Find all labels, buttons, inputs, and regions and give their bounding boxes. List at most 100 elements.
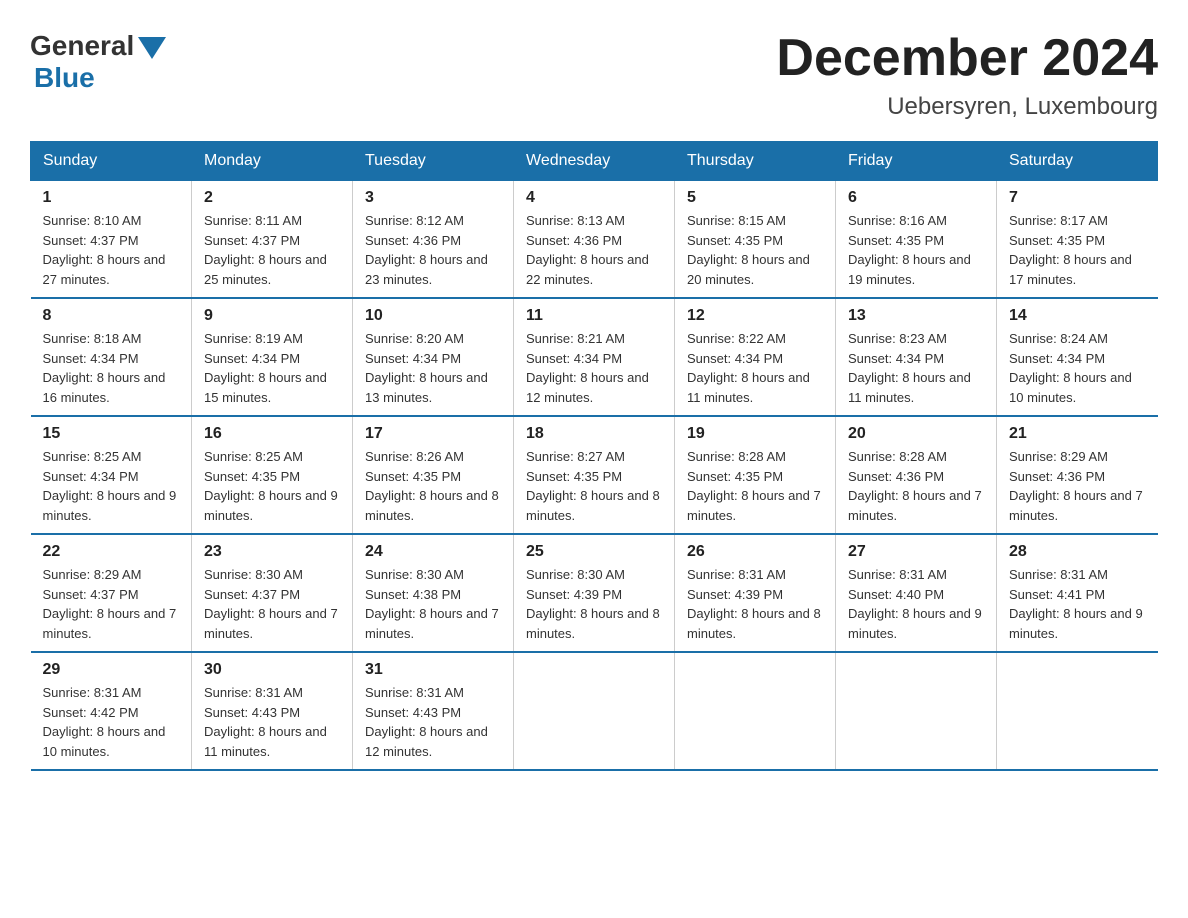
table-row: 14 Sunrise: 8:24 AMSunset: 4:34 PMDaylig… — [997, 298, 1158, 416]
day-number: 17 — [365, 425, 501, 443]
header-tuesday: Tuesday — [353, 142, 514, 181]
table-row: 26 Sunrise: 8:31 AMSunset: 4:39 PMDaylig… — [675, 534, 836, 652]
day-info: Sunrise: 8:22 AMSunset: 4:34 PMDaylight:… — [687, 331, 810, 405]
day-info: Sunrise: 8:19 AMSunset: 4:34 PMDaylight:… — [204, 331, 327, 405]
day-number: 15 — [43, 425, 180, 443]
location-title: Uebersyren, Luxembourg — [776, 93, 1158, 121]
logo-general: General — [30, 30, 134, 62]
calendar-table: Sunday Monday Tuesday Wednesday Thursday… — [30, 141, 1158, 771]
day-info: Sunrise: 8:30 AMSunset: 4:38 PMDaylight:… — [365, 567, 499, 641]
table-row: 31 Sunrise: 8:31 AMSunset: 4:43 PMDaylig… — [353, 652, 514, 770]
logo-blue: Blue — [34, 62, 95, 94]
day-number: 8 — [43, 307, 180, 325]
table-row: 21 Sunrise: 8:29 AMSunset: 4:36 PMDaylig… — [997, 416, 1158, 534]
day-info: Sunrise: 8:31 AMSunset: 4:41 PMDaylight:… — [1009, 567, 1143, 641]
day-number: 4 — [526, 189, 662, 207]
logo: General Blue — [30, 30, 166, 94]
day-number: 11 — [526, 307, 662, 325]
day-info: Sunrise: 8:18 AMSunset: 4:34 PMDaylight:… — [43, 331, 166, 405]
day-number: 13 — [848, 307, 984, 325]
day-number: 19 — [687, 425, 823, 443]
day-info: Sunrise: 8:10 AMSunset: 4:37 PMDaylight:… — [43, 213, 166, 287]
header-saturday: Saturday — [997, 142, 1158, 181]
day-info: Sunrise: 8:26 AMSunset: 4:35 PMDaylight:… — [365, 449, 499, 523]
table-row: 19 Sunrise: 8:28 AMSunset: 4:35 PMDaylig… — [675, 416, 836, 534]
day-info: Sunrise: 8:25 AMSunset: 4:35 PMDaylight:… — [204, 449, 338, 523]
day-number: 21 — [1009, 425, 1146, 443]
table-row: 18 Sunrise: 8:27 AMSunset: 4:35 PMDaylig… — [514, 416, 675, 534]
header-wednesday: Wednesday — [514, 142, 675, 181]
day-info: Sunrise: 8:11 AMSunset: 4:37 PMDaylight:… — [204, 213, 327, 287]
table-row: 2 Sunrise: 8:11 AMSunset: 4:37 PMDayligh… — [192, 181, 353, 299]
header-sunday: Sunday — [31, 142, 192, 181]
day-number: 27 — [848, 543, 984, 561]
table-row: 3 Sunrise: 8:12 AMSunset: 4:36 PMDayligh… — [353, 181, 514, 299]
day-number: 22 — [43, 543, 180, 561]
day-number: 16 — [204, 425, 340, 443]
day-number: 18 — [526, 425, 662, 443]
day-info: Sunrise: 8:17 AMSunset: 4:35 PMDaylight:… — [1009, 213, 1132, 287]
table-row: 29 Sunrise: 8:31 AMSunset: 4:42 PMDaylig… — [31, 652, 192, 770]
table-row: 13 Sunrise: 8:23 AMSunset: 4:34 PMDaylig… — [836, 298, 997, 416]
day-info: Sunrise: 8:31 AMSunset: 4:43 PMDaylight:… — [204, 685, 327, 759]
table-row — [675, 652, 836, 770]
day-number: 23 — [204, 543, 340, 561]
day-number: 24 — [365, 543, 501, 561]
table-row: 25 Sunrise: 8:30 AMSunset: 4:39 PMDaylig… — [514, 534, 675, 652]
table-row: 12 Sunrise: 8:22 AMSunset: 4:34 PMDaylig… — [675, 298, 836, 416]
day-info: Sunrise: 8:12 AMSunset: 4:36 PMDaylight:… — [365, 213, 488, 287]
day-info: Sunrise: 8:31 AMSunset: 4:40 PMDaylight:… — [848, 567, 982, 641]
table-row — [836, 652, 997, 770]
day-info: Sunrise: 8:31 AMSunset: 4:42 PMDaylight:… — [43, 685, 166, 759]
table-row: 17 Sunrise: 8:26 AMSunset: 4:35 PMDaylig… — [353, 416, 514, 534]
table-row: 11 Sunrise: 8:21 AMSunset: 4:34 PMDaylig… — [514, 298, 675, 416]
day-number: 1 — [43, 189, 180, 207]
table-row: 8 Sunrise: 8:18 AMSunset: 4:34 PMDayligh… — [31, 298, 192, 416]
table-row: 27 Sunrise: 8:31 AMSunset: 4:40 PMDaylig… — [836, 534, 997, 652]
header-friday: Friday — [836, 142, 997, 181]
day-info: Sunrise: 8:27 AMSunset: 4:35 PMDaylight:… — [526, 449, 660, 523]
day-info: Sunrise: 8:24 AMSunset: 4:34 PMDaylight:… — [1009, 331, 1132, 405]
calendar-week-row: 15 Sunrise: 8:25 AMSunset: 4:34 PMDaylig… — [31, 416, 1158, 534]
day-info: Sunrise: 8:29 AMSunset: 4:37 PMDaylight:… — [43, 567, 177, 641]
table-row: 20 Sunrise: 8:28 AMSunset: 4:36 PMDaylig… — [836, 416, 997, 534]
header-thursday: Thursday — [675, 142, 836, 181]
day-info: Sunrise: 8:15 AMSunset: 4:35 PMDaylight:… — [687, 213, 810, 287]
month-title: December 2024 — [776, 30, 1158, 87]
table-row: 4 Sunrise: 8:13 AMSunset: 4:36 PMDayligh… — [514, 181, 675, 299]
day-info: Sunrise: 8:25 AMSunset: 4:34 PMDaylight:… — [43, 449, 177, 523]
day-info: Sunrise: 8:20 AMSunset: 4:34 PMDaylight:… — [365, 331, 488, 405]
day-info: Sunrise: 8:31 AMSunset: 4:43 PMDaylight:… — [365, 685, 488, 759]
table-row: 28 Sunrise: 8:31 AMSunset: 4:41 PMDaylig… — [997, 534, 1158, 652]
table-row: 9 Sunrise: 8:19 AMSunset: 4:34 PMDayligh… — [192, 298, 353, 416]
calendar-week-row: 22 Sunrise: 8:29 AMSunset: 4:37 PMDaylig… — [31, 534, 1158, 652]
calendar-week-row: 29 Sunrise: 8:31 AMSunset: 4:42 PMDaylig… — [31, 652, 1158, 770]
day-number: 31 — [365, 661, 501, 679]
day-info: Sunrise: 8:29 AMSunset: 4:36 PMDaylight:… — [1009, 449, 1143, 523]
table-row: 6 Sunrise: 8:16 AMSunset: 4:35 PMDayligh… — [836, 181, 997, 299]
table-row: 1 Sunrise: 8:10 AMSunset: 4:37 PMDayligh… — [31, 181, 192, 299]
table-row: 16 Sunrise: 8:25 AMSunset: 4:35 PMDaylig… — [192, 416, 353, 534]
day-info: Sunrise: 8:30 AMSunset: 4:37 PMDaylight:… — [204, 567, 338, 641]
day-number: 7 — [1009, 189, 1146, 207]
day-info: Sunrise: 8:28 AMSunset: 4:36 PMDaylight:… — [848, 449, 982, 523]
table-row: 22 Sunrise: 8:29 AMSunset: 4:37 PMDaylig… — [31, 534, 192, 652]
day-number: 12 — [687, 307, 823, 325]
day-number: 26 — [687, 543, 823, 561]
title-section: December 2024 Uebersyren, Luxembourg — [776, 30, 1158, 121]
day-info: Sunrise: 8:23 AMSunset: 4:34 PMDaylight:… — [848, 331, 971, 405]
header-monday: Monday — [192, 142, 353, 181]
logo-triangle-icon — [138, 37, 166, 59]
table-row: 30 Sunrise: 8:31 AMSunset: 4:43 PMDaylig… — [192, 652, 353, 770]
day-number: 2 — [204, 189, 340, 207]
table-row: 15 Sunrise: 8:25 AMSunset: 4:34 PMDaylig… — [31, 416, 192, 534]
header-row: Sunday Monday Tuesday Wednesday Thursday… — [31, 142, 1158, 181]
table-row — [997, 652, 1158, 770]
day-number: 29 — [43, 661, 180, 679]
table-row: 7 Sunrise: 8:17 AMSunset: 4:35 PMDayligh… — [997, 181, 1158, 299]
day-info: Sunrise: 8:31 AMSunset: 4:39 PMDaylight:… — [687, 567, 821, 641]
day-number: 30 — [204, 661, 340, 679]
day-number: 9 — [204, 307, 340, 325]
day-number: 20 — [848, 425, 984, 443]
table-row: 24 Sunrise: 8:30 AMSunset: 4:38 PMDaylig… — [353, 534, 514, 652]
